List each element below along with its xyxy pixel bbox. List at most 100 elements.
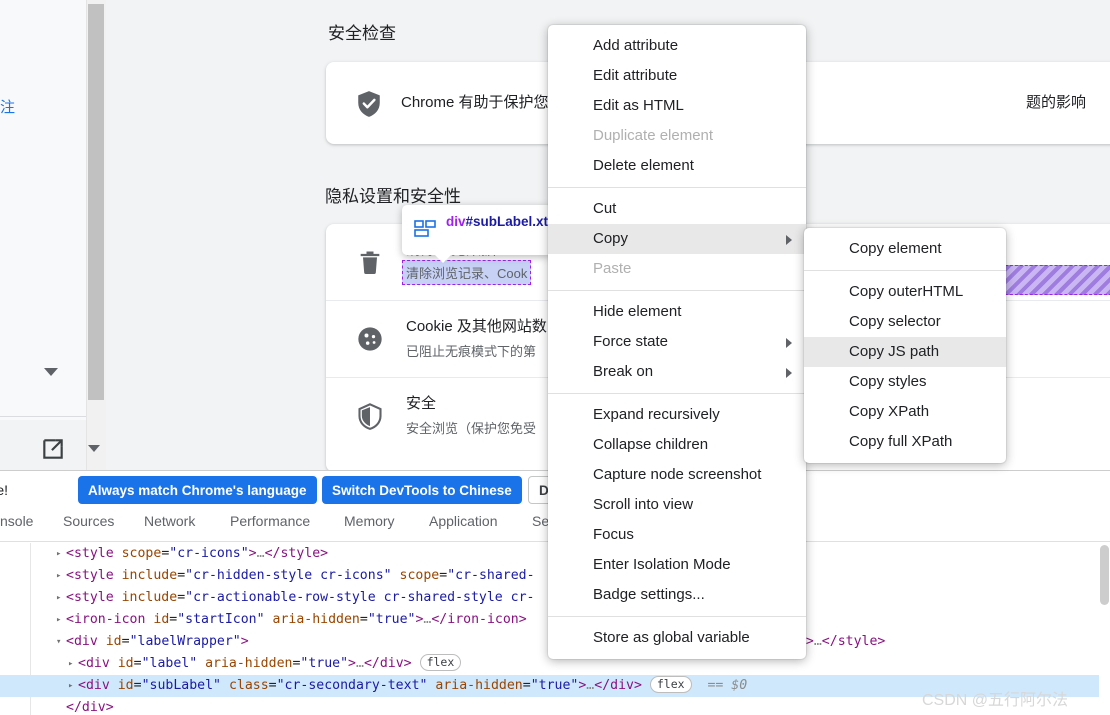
tab-memory[interactable]: Memory: [344, 513, 395, 529]
element-margin-highlight: [1000, 265, 1110, 295]
always-match-language-button[interactable]: Always match Chrome's language: [78, 476, 317, 504]
submenu-item-copy-full-xpath[interactable]: Copy full XPath: [804, 427, 1006, 457]
menu-item-label: Duplicate element: [593, 127, 714, 144]
tooltip-id: #subLabel.: [465, 214, 537, 229]
submenu-item-copy-outerhtml[interactable]: Copy outerHTML: [804, 277, 1006, 307]
cookie-icon: [356, 325, 384, 353]
menu-item-label: Copy outerHTML: [849, 283, 964, 300]
list-item-title: 安全: [406, 395, 437, 412]
submenu-item-copy-element[interactable]: Copy element: [804, 234, 1006, 264]
menu-item-label: Expand recursively: [593, 406, 720, 423]
twisty-icon[interactable]: ▸: [68, 675, 78, 697]
menu-item-label: Add attribute: [593, 37, 679, 54]
menu-item-add-attribute[interactable]: Add attribute: [548, 31, 806, 61]
tab-se[interactable]: Se: [532, 513, 549, 529]
switch-devtools-to-chinese-button[interactable]: Switch DevTools to Chinese: [322, 476, 522, 504]
watermark: CSDN @五行阿尔法: [922, 692, 1069, 709]
scrollbar-down-arrow-icon[interactable]: [88, 445, 100, 452]
submenu-item-copy-xpath[interactable]: Copy XPath: [804, 397, 1006, 427]
menu-item-copy[interactable]: Copy: [548, 224, 806, 254]
menu-item-label: Copy element: [849, 240, 942, 257]
twisty-icon[interactable]: [56, 697, 66, 715]
twisty-icon[interactable]: ▸: [56, 609, 66, 631]
submenu-item-copy-styles[interactable]: Copy styles: [804, 367, 1006, 397]
submenu-item-copy-selector[interactable]: Copy selector: [804, 307, 1006, 337]
tab-performance[interactable]: Performance: [230, 513, 310, 529]
twisty-icon[interactable]: ▸: [56, 543, 66, 565]
twisty-icon[interactable]: ▸: [68, 653, 78, 675]
external-link-icon[interactable]: [40, 436, 66, 462]
settings-sidebar-partial: 注: [0, 0, 86, 459]
menu-item-edit-as-html[interactable]: Edit as HTML: [548, 91, 806, 121]
menu-item-label: Edit as HTML: [593, 97, 684, 114]
menu-item-label: Enter Isolation Mode: [593, 556, 731, 573]
safety-check-text-right: 题的影响: [1026, 94, 1087, 111]
dom-scrollbar-thumb[interactable]: [1100, 545, 1109, 605]
menu-item-duplicate-element: Duplicate element: [548, 121, 806, 151]
flex-badge-icon: [414, 220, 436, 238]
menu-item-expand-recursively[interactable]: Expand recursively: [548, 400, 806, 430]
menu-item-capture-node-screenshot[interactable]: Capture node screenshot: [548, 460, 806, 490]
sidebar-link-text[interactable]: 注: [0, 96, 15, 117]
submenu-item-copy-js-path[interactable]: Copy JS path: [804, 337, 1006, 367]
shield-icon: [356, 402, 384, 430]
safety-check-text: Chrome 有助于保护您: [401, 94, 549, 111]
sidebar-divider: [0, 416, 86, 417]
tooltip-suffix: xt: [536, 214, 549, 229]
twisty-icon[interactable]: ▸: [56, 565, 66, 587]
menu-item-label: Copy styles: [849, 373, 927, 390]
twisty-icon[interactable]: ▸: [56, 587, 66, 609]
menu-separator: [548, 616, 806, 617]
trash-icon: [356, 248, 384, 276]
tab-application[interactable]: Application: [429, 513, 498, 529]
tooltip-tag-name: div: [446, 214, 466, 229]
menu-item-label: Break on: [593, 363, 654, 380]
menu-item-label: Copy: [593, 230, 629, 247]
menu-item-paste: Paste: [548, 254, 806, 284]
tab-nsole[interactable]: nsole: [0, 513, 33, 529]
menu-item-label: Collapse children: [593, 436, 709, 453]
chevron-right-icon: [786, 235, 792, 245]
menu-item-focus[interactable]: Focus: [548, 520, 806, 550]
dom-context-menu[interactable]: Add attribute Edit attribute Edit as HTML D…: [548, 25, 806, 659]
menu-item-label: Copy selector: [849, 313, 941, 330]
inspected-sublabel: 清除浏览记录、Cook: [402, 260, 532, 285]
menu-item-label: Hide element: [593, 303, 682, 320]
menu-item-break-on[interactable]: Break on: [548, 357, 806, 387]
menu-item-edit-attribute[interactable]: Edit attribute: [548, 61, 806, 91]
tab-sources[interactable]: Sources: [63, 513, 114, 529]
menu-item-label: Copy XPath: [849, 403, 930, 420]
menu-separator: [548, 290, 806, 291]
menu-item-delete-element[interactable]: Delete element: [548, 151, 806, 181]
menu-item-label: Badge settings...: [593, 586, 705, 603]
shield-check-icon: [356, 90, 382, 118]
menu-item-label: Capture node screenshot: [593, 466, 762, 483]
menu-item-store-as-global-variable[interactable]: Store as global variable: [548, 623, 806, 653]
menu-item-enter-isolation-mode[interactable]: Enter Isolation Mode: [548, 550, 806, 580]
menu-item-label: Edit attribute: [593, 67, 678, 84]
tab-network[interactable]: Network: [144, 513, 195, 529]
menu-item-force-state[interactable]: Force state: [548, 327, 806, 357]
inspector-tooltip: div#subLabel.xt: [402, 205, 552, 263]
menu-item-label: Force state: [593, 333, 669, 350]
menu-separator: [804, 270, 1006, 271]
chevron-down-icon[interactable]: [44, 368, 58, 376]
list-item-subtitle: 已阻止无痕模式下的第: [406, 344, 537, 359]
menu-item-label: Cut: [593, 200, 617, 217]
menu-item-collapse-children[interactable]: Collapse children: [548, 430, 806, 460]
menu-item-label: Scroll into view: [593, 496, 694, 513]
menu-item-hide-element[interactable]: Hide element: [548, 297, 806, 327]
list-item-title: Cookie 及其他网站数: [406, 318, 547, 335]
notice-text: in Chinese!: [0, 482, 9, 498]
twisty-icon[interactable]: ▾: [56, 631, 66, 653]
menu-item-cut[interactable]: Cut: [548, 194, 806, 224]
page-scrollbar-thumb[interactable]: [88, 4, 104, 400]
menu-item-label: Focus: [593, 526, 634, 543]
menu-item-scroll-into-view[interactable]: Scroll into view: [548, 490, 806, 520]
menu-item-label: Copy JS path: [849, 343, 940, 360]
dom-scrollbar-track[interactable]: [1099, 543, 1110, 715]
safety-check-section-title: 安全检查: [328, 24, 396, 43]
dom-context-submenu-copy[interactable]: Copy element Copy outerHTML Copy selector C…: [804, 228, 1006, 463]
chevron-right-icon: [786, 338, 792, 348]
menu-item-badge-settings[interactable]: Badge settings...: [548, 580, 806, 610]
